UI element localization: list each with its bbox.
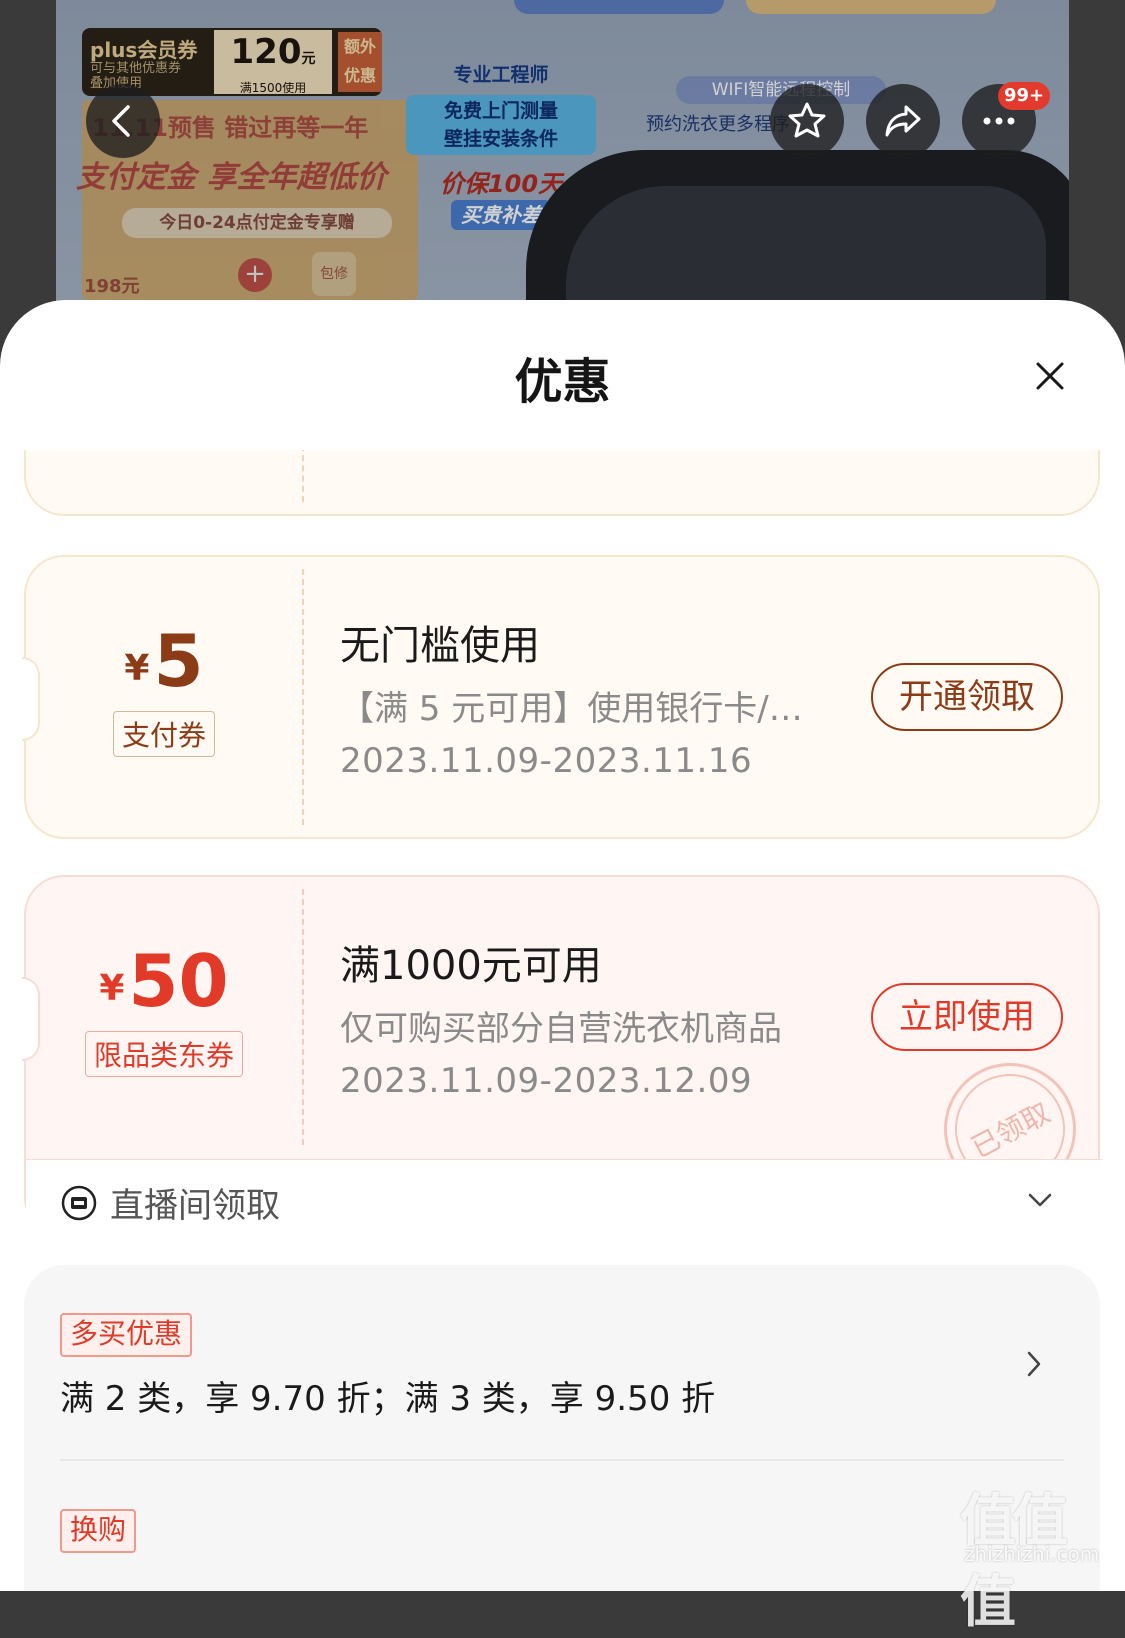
back-button[interactable] xyxy=(86,84,160,158)
sheet-title: 优惠 xyxy=(514,354,611,410)
coupon-amount: ¥5 xyxy=(124,619,204,703)
promo-tag: 多买优惠 xyxy=(60,1313,193,1357)
watermark-site: zhizhizhi.com xyxy=(964,1542,1100,1566)
activate-claim-button[interactable]: 开通领取 xyxy=(871,663,1063,731)
product-banner: plus会员券 可与其他优惠券 叠加使用 120元 满1500使用 额外 优惠 … xyxy=(56,0,1069,320)
close-button[interactable] xyxy=(1028,354,1072,398)
coupon-desc: 【满 5 元可用】使用银行卡/… xyxy=(340,689,803,729)
star-icon xyxy=(788,102,826,138)
divider xyxy=(60,1459,1064,1461)
use-now-button[interactable]: 立即使用 xyxy=(871,983,1063,1051)
coupon-type-tag: 支付券 xyxy=(112,711,215,757)
more-badge: 99+ xyxy=(998,82,1051,110)
promo-tag: 换购 xyxy=(60,1509,137,1553)
live-room-icon xyxy=(61,1185,97,1221)
promo-text: 满 2 类，享 9.70 折；满 3 类，享 9.50 折 xyxy=(60,1379,716,1419)
chevron-left-icon xyxy=(112,105,130,137)
chevron-down-icon[interactable] xyxy=(1026,1190,1054,1210)
favorite-button[interactable] xyxy=(770,84,844,158)
coupon-card-partial xyxy=(24,450,1100,516)
share-icon xyxy=(885,105,921,137)
coupon-date: 2023.11.09-2023.11.16 xyxy=(340,741,753,781)
coupon-title: 无门槛使用 xyxy=(340,623,540,669)
coupon-card: ¥5 支付券 无门槛使用 【满 5 元可用】使用银行卡/… 2023.11.09… xyxy=(22,555,1100,839)
discount-sheet: 优惠 ¥5 支付券 无门槛使用 【满 5 元可用】使用银行卡/… 2023.11… xyxy=(0,300,1125,1591)
coupon-title: 满1000元可用 xyxy=(340,943,602,989)
share-button[interactable] xyxy=(866,84,940,158)
coupon-amount-block: ¥50 限品类东券 xyxy=(26,945,302,1077)
coupon-card: ¥50 限品类东券 满1000元可用 仅可购买部分自营洗衣机商品 2023.11… xyxy=(22,875,1102,1238)
chevron-right-icon[interactable] xyxy=(1024,1349,1044,1379)
coupon-amount-block: ¥5 支付券 xyxy=(26,625,302,757)
close-icon xyxy=(1036,362,1064,390)
coupon-type-tag: 限品类东券 xyxy=(84,1031,243,1077)
coupon-source-label: 直播间领取 xyxy=(110,1186,280,1226)
coupon-list[interactable]: ¥5 支付券 无门槛使用 【满 5 元可用】使用银行卡/… 2023.11.09… xyxy=(0,450,1125,1591)
coupon-date: 2023.11.09-2023.12.09 xyxy=(340,1061,753,1101)
promotions-panel: 多买优惠 满 2 类，享 9.70 折；满 3 类，享 9.50 折 换购 xyxy=(24,1265,1100,1591)
coupon-amount: ¥50 xyxy=(99,939,229,1023)
coupon-source-row[interactable]: 直播间领取 xyxy=(26,1159,1102,1238)
coupon-desc: 仅可购买部分自营洗衣机商品 xyxy=(340,1009,782,1049)
